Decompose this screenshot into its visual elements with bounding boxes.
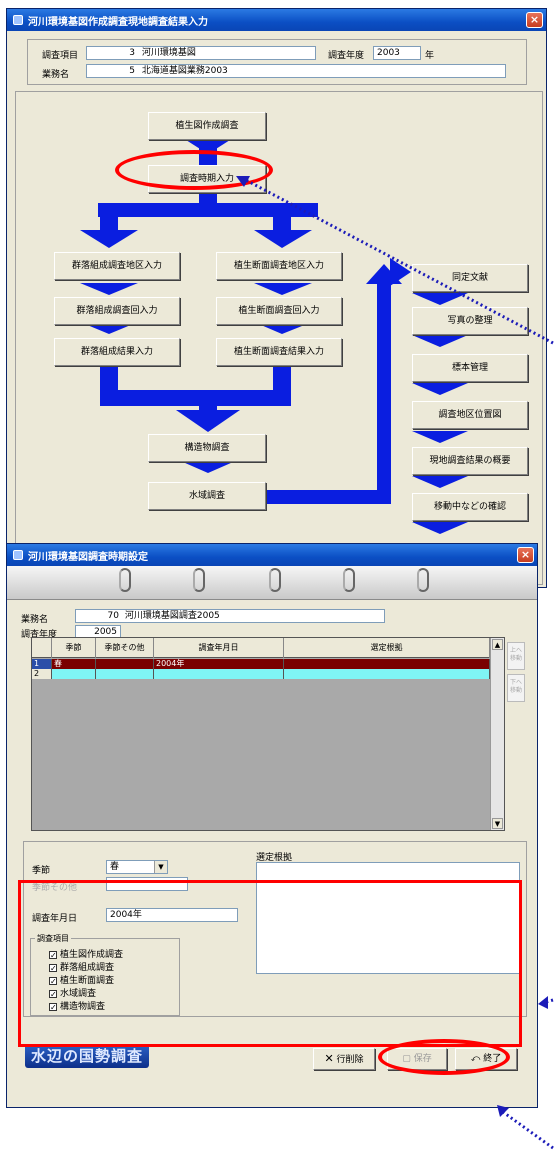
- date-cell[interactable]: [154, 669, 284, 679]
- survey-year-field: 2003: [373, 46, 421, 60]
- survey-item-label: 調査項目: [42, 51, 79, 61]
- transect-result-input-button[interactable]: 植生断面調査結果入力: [216, 338, 342, 366]
- moving-check-button[interactable]: 移動中などの確認: [412, 493, 528, 521]
- close-button[interactable]: ×: [526, 12, 543, 28]
- grid-header-cell: 選定根拠: [284, 638, 490, 658]
- transect-round-input-button[interactable]: 植生断面調査回入力: [216, 297, 342, 325]
- water-area-survey-button[interactable]: 水域調査: [148, 482, 266, 510]
- basis-cell[interactable]: [284, 669, 490, 679]
- season-cell[interactable]: [52, 669, 96, 679]
- field-summary-button[interactable]: 現地調査結果の概要: [412, 447, 528, 475]
- binder-ring: [269, 568, 281, 592]
- binder-ring: [119, 568, 131, 592]
- delete-row-button[interactable]: ✕ 行削除: [313, 1048, 375, 1070]
- binder-ring: [193, 568, 205, 592]
- x-icon: ✕: [324, 1052, 334, 1065]
- project-field: 5 北海道基図業務2003: [86, 64, 506, 78]
- grid-header: 季節 季節その他 調査年月日 選定根拠: [32, 638, 490, 658]
- season-label: 季節: [32, 866, 51, 876]
- move-down-button[interactable]: 下へ移動: [507, 674, 525, 702]
- header-info-panel: 調査項目 3 河川環境基図 調査年度 2003 年 業務名 5 北海道基図業務2…: [27, 39, 527, 85]
- survey-year-label: 調査年度: [328, 51, 365, 61]
- basis-cell[interactable]: [284, 659, 490, 669]
- community-result-input-button[interactable]: 群落組成結果入力: [54, 338, 180, 366]
- period-close-button[interactable]: ×: [517, 547, 534, 563]
- grid-header-cell: 季節: [52, 638, 96, 658]
- window-title: 河川環境基図作成調査現地調査結果入力: [28, 16, 208, 28]
- period-window-title: 河川環境基図調査時期設定: [28, 551, 148, 563]
- binder-ring: [343, 568, 355, 592]
- grid-row-new[interactable]: 2: [32, 669, 490, 679]
- structure-survey-button[interactable]: 構造物調査: [148, 434, 266, 462]
- row-number: 1: [32, 659, 52, 669]
- year-unit: 年: [425, 51, 435, 61]
- transect-area-input-button[interactable]: 植生断面調査地区入力: [216, 252, 342, 280]
- period-grid[interactable]: 季節 季節その他 調査年月日 選定根拠 1 春 2004年 2 ▲ ▼: [31, 637, 505, 831]
- date-cell[interactable]: 2004年: [154, 659, 284, 669]
- specimen-management-button[interactable]: 標本管理: [412, 354, 528, 382]
- season-other-cell[interactable]: [96, 669, 154, 679]
- row-number: 2: [32, 669, 52, 679]
- highlight-frame-form: [18, 880, 522, 1047]
- highlight-oval-period-button: [115, 150, 273, 190]
- project-label: 業務名: [42, 70, 70, 80]
- scroll-up-icon[interactable]: ▲: [492, 639, 503, 650]
- app-icon: [13, 15, 23, 25]
- literature-button[interactable]: 同定文献: [412, 264, 528, 292]
- grid-header-cell: 季節その他: [96, 638, 154, 658]
- community-area-input-button[interactable]: 群落組成調査地区入力: [54, 252, 180, 280]
- grid-row-selected[interactable]: 1 春 2004年: [32, 659, 490, 669]
- season-cell[interactable]: 春: [52, 659, 96, 669]
- survey-results-window: 河川環境基図作成調査現地調査結果入力 × 調査項目 3 河川環境基図 調査年度 …: [6, 8, 547, 588]
- title-bar: 河川環境基図作成調査現地調査結果入力: [7, 9, 546, 31]
- period-title-bar: 河川環境基図調査時期設定: [7, 544, 537, 566]
- area-location-map-button[interactable]: 調査地区位置図: [412, 401, 528, 429]
- workflow-panel: 植生図作成調査 調査時期入力 群落組成調査地区入力 群落組成調査回入力 群落組成…: [15, 91, 543, 585]
- veg-map-survey-button[interactable]: 植生図作成調査: [148, 112, 266, 140]
- binder-ring: [417, 568, 429, 592]
- season-select[interactable]: 春 ▼: [106, 860, 168, 874]
- grid-scrollbar[interactable]: ▲ ▼: [490, 638, 504, 830]
- survey-item-field: 3 河川環境基図: [86, 46, 316, 60]
- period-project-label: 業務名: [21, 615, 49, 625]
- binder-rings-decoration: [7, 566, 537, 600]
- chevron-down-icon[interactable]: ▼: [154, 861, 167, 873]
- photo-organize-button[interactable]: 写真の整理: [412, 307, 528, 335]
- highlight-oval-exit-button: [378, 1039, 510, 1075]
- community-round-input-button[interactable]: 群落組成調査回入力: [54, 297, 180, 325]
- mizube-logo: 水辺の国勢調査: [25, 1044, 149, 1068]
- grid-corner: [32, 638, 52, 658]
- move-up-button[interactable]: 上へ移動: [507, 642, 525, 670]
- period-app-icon: [13, 550, 23, 560]
- scroll-down-icon[interactable]: ▼: [492, 818, 503, 829]
- grid-header-cell: 調査年月日: [154, 638, 284, 658]
- season-other-cell[interactable]: [96, 659, 154, 669]
- period-project-field: 70 河川環境基図調査2005: [75, 609, 385, 623]
